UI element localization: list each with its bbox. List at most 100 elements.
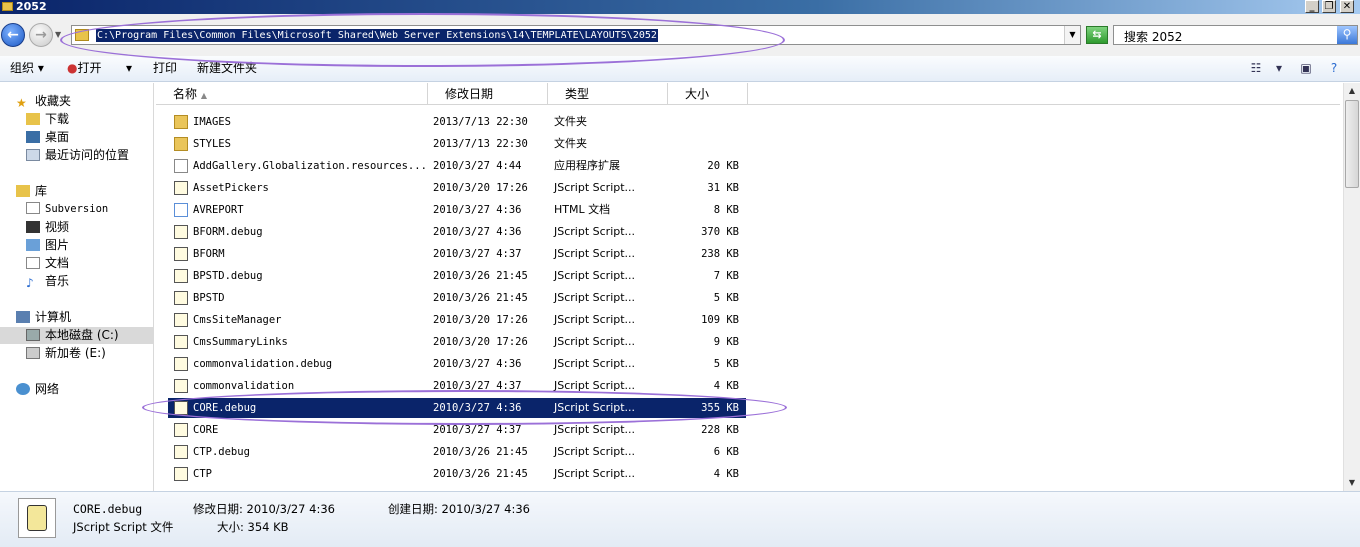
open-button[interactable]: ●打开 (67, 61, 102, 76)
file-type: 文件夹 (554, 137, 587, 150)
close-button[interactable]: ✕ (1340, 0, 1354, 13)
organize-label: 组织 (10, 61, 35, 75)
nav-videos[interactable]: 视频 (26, 219, 69, 236)
nav-favorites[interactable]: ★ 收藏夹 (16, 93, 71, 110)
file-type: JScript Script... (554, 379, 636, 392)
file-row[interactable]: AddGallery.Globalization.resources... 201… (168, 156, 746, 176)
nav-music[interactable]: ♪ 音乐 (26, 273, 69, 290)
print-button[interactable]: 打印 (153, 61, 177, 76)
details-pane: CORE.debug JScript Script 文件 修改日期: 2010/… (0, 491, 1360, 547)
search-icon[interactable]: ⚲ (1337, 26, 1357, 44)
computer-icon (16, 311, 30, 323)
file-size: 355 KB (701, 402, 739, 414)
minimize-button[interactable]: _ (1305, 0, 1319, 13)
scrollbar-thumb[interactable] (1345, 100, 1359, 188)
detail-file-type: JScript Script 文件 (73, 520, 174, 534)
scroll-up-icon[interactable]: ▲ (1344, 83, 1360, 99)
new-folder-button[interactable]: 新建文件夹 (197, 61, 257, 76)
file-name: commonvalidation (193, 380, 295, 392)
file-row[interactable]: CORE.debug 2010/3/27 4:36 JScript Script..… (168, 398, 746, 418)
file-type: 文件夹 (554, 115, 587, 128)
column-date[interactable]: 修改日期 (428, 83, 548, 105)
column-name-label: 名称 (173, 87, 198, 101)
jscript-icon (174, 423, 188, 437)
column-size[interactable]: 大小 (668, 83, 748, 105)
file-name: CmsSiteManager (193, 314, 282, 326)
file-size: 370 KB (701, 226, 739, 238)
nav-local-disk-c[interactable]: 本地磁盘 (C:) (0, 327, 153, 344)
file-row[interactable]: CmsSiteManager 2010/3/20 17:26 JScript Scr… (168, 310, 746, 330)
file-type: JScript Script... (554, 467, 636, 480)
refresh-button[interactable]: ⇆ (1086, 26, 1108, 44)
column-size-label: 大小 (685, 87, 710, 101)
nav-pictures-label: 图片 (45, 238, 70, 252)
file-row[interactable]: commonvalidation 2010/3/27 4:37 JScript Sc… (168, 376, 746, 396)
nav-network[interactable]: 网络 (16, 381, 59, 398)
column-type[interactable]: 类型 (548, 83, 668, 105)
file-type: HTML 文档 (554, 203, 611, 216)
file-type: JScript Script... (554, 269, 636, 282)
file-row[interactable]: AssetPickers 2010/3/20 17:26 JScript Scrip… (168, 178, 746, 198)
detail-file-name: CORE.debug (73, 502, 143, 516)
search-input[interactable]: 搜索 2052 ⚲ (1113, 25, 1358, 45)
vertical-scrollbar[interactable]: ▲ ▼ (1343, 83, 1360, 491)
detail-modified: 修改日期: 2010/3/27 4:36 (193, 502, 335, 516)
file-row[interactable]: commonvalidation.debug 2010/3/27 4:36 JScr… (168, 354, 746, 374)
preview-pane-icon[interactable]: ▣ (1298, 60, 1314, 76)
column-header: 名称 ▲ 修改日期 类型 大小 (156, 83, 1340, 105)
file-date: 2010/3/27 4:37 (433, 424, 522, 436)
nav-desktop[interactable]: 桌面 (26, 129, 69, 146)
file-row[interactable]: CTP.debug 2010/3/26 21:45 JScript Script..… (168, 442, 746, 462)
star-icon: ★ (16, 96, 27, 110)
window-title: 2052 (16, 0, 47, 13)
file-type: JScript Script... (554, 225, 636, 238)
nav-computer[interactable]: 计算机 (16, 309, 71, 326)
folder-icon (174, 115, 188, 129)
file-size: 31 KB (707, 182, 739, 194)
recent-pages-dropdown-icon[interactable]: ▼ (55, 30, 61, 39)
help-icon[interactable]: ? (1325, 60, 1343, 76)
file-date: 2010/3/20 17:26 (433, 314, 528, 326)
forward-button[interactable]: → (29, 23, 53, 47)
view-options-icon[interactable]: ☷ (1247, 60, 1265, 76)
nav-pictures[interactable]: 图片 (26, 237, 69, 254)
nav-favorites-label: 收藏夹 (35, 94, 72, 108)
file-row[interactable]: BPSTD.debug 2010/3/26 21:45 JScript Script… (168, 266, 746, 286)
address-dropdown-icon[interactable]: ▼ (1064, 26, 1080, 44)
html-icon (174, 203, 188, 217)
open-dropdown-icon[interactable]: ▾ (126, 61, 132, 76)
scroll-down-icon[interactable]: ▼ (1344, 475, 1360, 491)
restore-button[interactable]: ❐ (1322, 0, 1336, 13)
file-row[interactable]: BFORM 2010/3/27 4:37 JScript Script... 238 … (168, 244, 746, 264)
desktop-icon (26, 131, 40, 143)
file-size: 4 KB (713, 380, 739, 392)
file-date: 2010/3/27 4:36 (433, 226, 522, 238)
file-row[interactable]: IMAGES 2013/7/13 22:30 文件夹 (168, 112, 746, 132)
dll-icon (174, 159, 188, 173)
nav-recent-places[interactable]: 最近访问的位置 (26, 147, 129, 164)
nav-documents[interactable]: 文档 (26, 255, 69, 272)
nav-new-volume-e[interactable]: 新加卷 (E:) (26, 345, 106, 362)
file-row[interactable]: BFORM.debug 2010/3/27 4:36 JScript Script.… (168, 222, 746, 242)
jscript-icon (174, 269, 188, 283)
column-name[interactable]: 名称 ▲ (156, 83, 428, 105)
file-type: JScript Script... (554, 291, 636, 304)
nav-subversion[interactable]: Subversion (26, 201, 108, 218)
file-row[interactable]: STYLES 2013/7/13 22:30 文件夹 (168, 134, 746, 154)
file-row[interactable]: CmsSummaryLinks 2010/3/20 17:26 JScript Sc… (168, 332, 746, 352)
file-row[interactable]: CORE 2010/3/27 4:37 JScript Script... 228 K… (168, 420, 746, 440)
file-row[interactable]: CTP 2010/3/26 21:45 JScript Script... 4 KB (168, 464, 746, 484)
address-path[interactable]: C:\Program Files\Common Files\Microsoft … (96, 29, 658, 42)
address-bar[interactable]: C:\Program Files\Common Files\Microsoft … (71, 25, 1081, 45)
file-type: JScript Script... (554, 423, 636, 436)
folder-icon (75, 29, 89, 41)
view-dropdown-icon[interactable]: ▾ (1273, 60, 1285, 76)
back-button[interactable]: ← (1, 23, 25, 47)
file-row[interactable]: AVREPORT 2010/3/27 4:36 HTML 文档 8 KB (168, 200, 746, 220)
search-placeholder: 搜索 2052 (1124, 30, 1183, 44)
nav-libraries[interactable]: 库 (16, 183, 47, 200)
file-row[interactable]: BPSTD 2010/3/26 21:45 JScript Script... 5 K… (168, 288, 746, 308)
organize-button[interactable]: 组织 ▾ (10, 61, 44, 76)
jscript-icon (174, 357, 188, 371)
nav-downloads[interactable]: 下载 (26, 111, 69, 128)
